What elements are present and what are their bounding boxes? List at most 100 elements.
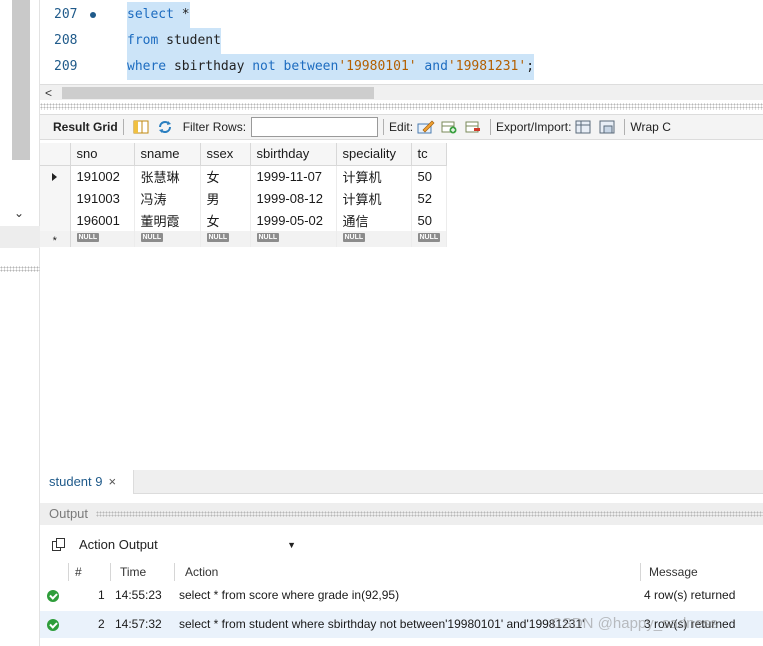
- null-cell[interactable]: NULL: [200, 231, 251, 247]
- output-header-grip[interactable]: [96, 511, 763, 517]
- null-cell[interactable]: NULL: [411, 231, 448, 247]
- wrap-cell-content-label[interactable]: Wrap C: [630, 120, 670, 134]
- string-token: '19980101': [338, 59, 417, 74]
- output-row[interactable]: 1 14:55:23 select * from score where gra…: [40, 582, 763, 609]
- column-separator: [640, 563, 641, 581]
- tab-student-9[interactable]: student 9 ×: [40, 470, 134, 494]
- identifier-token: student: [158, 33, 221, 48]
- null-badge: NULL: [140, 232, 164, 242]
- output-time: 14:55:23: [115, 588, 162, 602]
- sql-editor[interactable]: 207 select * 208 from student 209 where …: [40, 0, 763, 84]
- delete-row-icon[interactable]: [465, 120, 481, 134]
- code-text: from student: [127, 28, 221, 54]
- cell-speciality[interactable]: 计算机: [336, 165, 412, 187]
- keyword-token: select: [127, 7, 174, 22]
- close-icon[interactable]: ×: [109, 474, 117, 489]
- grid-layout-icon[interactable]: [133, 120, 149, 134]
- cell-tc[interactable]: 52: [411, 187, 448, 209]
- null-cell[interactable]: NULL: [70, 231, 135, 247]
- cell-ssex[interactable]: 女: [200, 209, 251, 231]
- side-panel-splitter[interactable]: [0, 266, 40, 272]
- filter-rows-input[interactable]: [251, 117, 379, 137]
- column-header-ssex[interactable]: ssex: [200, 143, 251, 166]
- cell-ssex[interactable]: 男: [200, 187, 251, 209]
- copy-icon[interactable]: [52, 538, 66, 552]
- output-header-row: # Time Action Message: [40, 561, 763, 583]
- column-header-sbirthday[interactable]: sbirthday: [250, 143, 337, 166]
- null-badge: NULL: [342, 232, 366, 242]
- new-row-marker: *: [40, 231, 71, 247]
- column-header-sname[interactable]: sname: [134, 143, 201, 166]
- toolbar-separator: [383, 119, 385, 135]
- output-mode-value: Action Output: [79, 537, 158, 552]
- new-row-star: *: [52, 234, 57, 247]
- cell-speciality[interactable]: 计算机: [336, 187, 412, 209]
- cell-sbirthday[interactable]: 1999-11-07: [250, 165, 337, 187]
- column-header-time[interactable]: Time: [120, 561, 146, 583]
- scroll-left-icon[interactable]: <: [45, 85, 52, 101]
- cell-speciality[interactable]: 通信: [336, 209, 412, 231]
- left-side-panel: ⌄: [0, 0, 40, 646]
- statement-marker-icon: [90, 12, 96, 18]
- result-grid-tab[interactable]: Result Grid: [53, 120, 118, 134]
- editor-horizontal-scrollbar[interactable]: <: [40, 84, 763, 100]
- string-token: '19981231': [447, 59, 527, 74]
- refresh-icon[interactable]: [157, 120, 173, 134]
- add-row-icon[interactable]: [441, 120, 457, 134]
- result-grid[interactable]: sno sname ssex sbirthday speciality tc 1…: [40, 143, 448, 247]
- import-icon[interactable]: [599, 120, 615, 134]
- scrollbar-thumb[interactable]: [62, 87, 374, 99]
- column-header-speciality[interactable]: speciality: [336, 143, 412, 166]
- cell-sno[interactable]: 196001: [70, 209, 135, 231]
- null-cell[interactable]: NULL: [134, 231, 201, 247]
- cell-sname[interactable]: 张慧琳: [134, 165, 201, 187]
- column-header-sno[interactable]: sno: [70, 143, 135, 166]
- export-import-label: Export/Import:: [496, 120, 572, 134]
- cell-sbirthday[interactable]: 1999-05-02: [250, 209, 337, 231]
- table-row[interactable]: 191002 张慧琳 女 1999-11-07 计算机 50: [40, 165, 448, 187]
- output-toolbar: Action Output ▼: [40, 533, 763, 557]
- new-row[interactable]: * NULL NULL NULL NULL NULL NULL: [40, 231, 448, 247]
- output-action: select * from student where sbirthday no…: [179, 617, 585, 631]
- identifier-token: sbirthday: [166, 59, 253, 74]
- null-badge: NULL: [256, 232, 280, 242]
- line-number: 207: [54, 7, 78, 22]
- cell-sno[interactable]: 191002: [70, 165, 135, 187]
- chevron-down-icon[interactable]: ⌄: [14, 206, 24, 220]
- output-mode-select[interactable]: Action Output ▼: [76, 535, 302, 555]
- tab-label: student 9: [49, 474, 103, 489]
- output-panel-header: Output: [40, 503, 763, 525]
- null-badge: NULL: [76, 232, 100, 242]
- table-row[interactable]: 196001 董明霞 女 1999-05-02 通信 50: [40, 209, 448, 231]
- column-header-tc[interactable]: tc: [411, 143, 448, 166]
- toolbar-separator: [624, 119, 626, 135]
- cell-sno[interactable]: 191003: [70, 187, 135, 209]
- row-header: [40, 209, 71, 231]
- dropdown-arrow-icon: ▼: [287, 540, 296, 550]
- column-header-num[interactable]: #: [75, 561, 82, 583]
- editor-result-splitter[interactable]: [40, 103, 763, 110]
- filter-rows-label: Filter Rows:: [182, 120, 247, 134]
- column-header-message[interactable]: Message: [649, 561, 698, 583]
- cell-sbirthday[interactable]: 1999-08-12: [250, 187, 337, 209]
- cell-tc[interactable]: 50: [411, 165, 448, 187]
- code-line-208: 208 from student: [40, 28, 763, 54]
- table-row[interactable]: 191003 冯涛 男 1999-08-12 计算机 52: [40, 187, 448, 209]
- output-time: 14:57:32: [115, 617, 162, 631]
- cell-sname[interactable]: 冯涛: [134, 187, 201, 209]
- cell-sname[interactable]: 董明霞: [134, 209, 201, 231]
- success-check-icon: [47, 619, 59, 631]
- column-header-action[interactable]: Action: [185, 561, 218, 583]
- null-cell[interactable]: NULL: [250, 231, 337, 247]
- edit-cell-icon[interactable]: [417, 120, 435, 134]
- null-cell[interactable]: NULL: [336, 231, 412, 247]
- toolbar-separator: [122, 119, 124, 135]
- export-icon[interactable]: [575, 120, 591, 134]
- column-separator: [110, 563, 111, 581]
- side-panel-scrollbar[interactable]: [12, 0, 30, 160]
- cell-ssex[interactable]: 女: [200, 165, 251, 187]
- cell-tc[interactable]: 50: [411, 209, 448, 231]
- current-row-indicator: [40, 165, 71, 187]
- row-header: [40, 187, 71, 209]
- keyword-token: where: [127, 59, 167, 74]
